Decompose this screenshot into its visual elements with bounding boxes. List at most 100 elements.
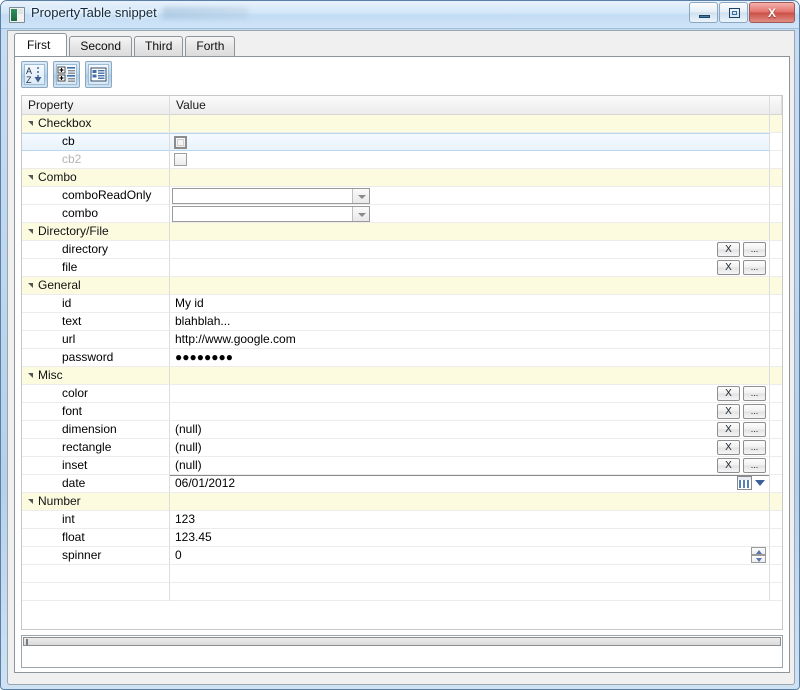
checkbox-input[interactable] bbox=[174, 153, 187, 166]
cell-value[interactable] bbox=[170, 223, 770, 241]
cell-value[interactable] bbox=[170, 367, 770, 385]
table-row[interactable]: int 123 bbox=[22, 511, 782, 529]
tab-second[interactable]: Second bbox=[69, 36, 133, 56]
column-header-value[interactable]: Value bbox=[170, 96, 770, 114]
expand-triangle-icon[interactable] bbox=[28, 499, 33, 504]
expand-triangle-icon[interactable] bbox=[28, 229, 33, 234]
table-category-row[interactable]: General bbox=[22, 277, 782, 295]
stepper-down-button[interactable] bbox=[751, 555, 766, 563]
sort-alphabetical-button[interactable]: A Z bbox=[21, 61, 48, 88]
table-row[interactable]: text blahblah... bbox=[22, 313, 782, 331]
title-bar[interactable]: PropertyTable snippet X bbox=[1, 1, 799, 29]
minimize-button[interactable] bbox=[689, 2, 718, 23]
clear-value-button[interactable]: X bbox=[717, 404, 740, 419]
column-header-extra[interactable] bbox=[770, 96, 782, 114]
cell-value[interactable]: (null) X... bbox=[170, 457, 770, 475]
table-row[interactable]: float 123.45 bbox=[22, 529, 782, 547]
table-category-row[interactable]: Combo bbox=[22, 169, 782, 187]
browse-button[interactable]: ... bbox=[743, 404, 766, 419]
cell-value[interactable]: blahblah... bbox=[170, 313, 770, 331]
table-row[interactable]: color X... bbox=[22, 385, 782, 403]
cell-value[interactable] bbox=[170, 187, 770, 205]
table-row[interactable]: password ●●●●●●●● bbox=[22, 349, 782, 367]
cell-value[interactable]: 123.45 bbox=[170, 529, 770, 547]
cell-value[interactable] bbox=[170, 169, 770, 187]
expand-triangle-icon[interactable] bbox=[28, 175, 33, 180]
clear-value-button[interactable]: X bbox=[717, 386, 740, 401]
table-row[interactable]: font X... bbox=[22, 403, 782, 421]
quantity-stepper[interactable] bbox=[751, 547, 766, 564]
clear-value-button[interactable]: X bbox=[717, 242, 740, 257]
maximize-button[interactable] bbox=[719, 2, 748, 23]
table-row[interactable]: combo bbox=[22, 205, 782, 223]
browse-button[interactable]: ... bbox=[743, 422, 766, 437]
table-row[interactable]: url http://www.google.com bbox=[22, 331, 782, 349]
table-row[interactable]: directory X... bbox=[22, 241, 782, 259]
chevron-down-icon[interactable] bbox=[755, 480, 765, 486]
table-category-row[interactable]: Number bbox=[22, 493, 782, 511]
stepper-up-button[interactable] bbox=[751, 547, 766, 555]
expand-triangle-icon[interactable] bbox=[28, 373, 33, 378]
clear-value-button[interactable]: X bbox=[717, 422, 740, 437]
table-row[interactable]: spinner 0 bbox=[22, 547, 782, 565]
cell-value[interactable]: http://www.google.com bbox=[170, 331, 770, 349]
table-row[interactable]: inset (null) X... bbox=[22, 457, 782, 475]
cell-value[interactable] bbox=[170, 205, 770, 223]
tab-third[interactable]: Third bbox=[134, 36, 184, 56]
cell-value[interactable]: 06/01/2012 bbox=[170, 475, 770, 493]
clear-value-button[interactable]: X bbox=[717, 440, 740, 455]
table-category-row[interactable]: Checkbox bbox=[22, 115, 782, 133]
clear-value-button[interactable]: X bbox=[717, 260, 740, 275]
checkbox-input[interactable] bbox=[174, 136, 187, 149]
cell-value[interactable] bbox=[170, 115, 770, 133]
close-button[interactable]: X bbox=[749, 2, 795, 23]
table-category-row[interactable]: Misc bbox=[22, 367, 782, 385]
table-row[interactable]: date 06/01/2012 bbox=[22, 475, 782, 493]
cell-value[interactable] bbox=[170, 493, 770, 511]
combo-box[interactable] bbox=[172, 206, 370, 222]
cell-value[interactable]: My id bbox=[170, 295, 770, 313]
cell-value[interactable] bbox=[170, 133, 770, 151]
tab-first[interactable]: First bbox=[14, 33, 68, 56]
date-picker-control[interactable] bbox=[737, 476, 765, 490]
browse-button[interactable]: ... bbox=[743, 458, 766, 473]
column-header-property[interactable]: Property bbox=[22, 96, 170, 114]
expand-triangle-icon[interactable] bbox=[28, 121, 33, 126]
browse-button[interactable]: ... bbox=[743, 440, 766, 455]
cell-value[interactable]: X... bbox=[170, 259, 770, 277]
cell-value[interactable]: X... bbox=[170, 385, 770, 403]
table-row[interactable]: id My id bbox=[22, 295, 782, 313]
browse-button[interactable]: ... bbox=[743, 260, 766, 275]
cell-value[interactable]: (null) X... bbox=[170, 421, 770, 439]
cell-value[interactable]: ●●●●●●●● bbox=[170, 349, 770, 367]
browse-button[interactable]: ... bbox=[743, 242, 766, 257]
cell-value[interactable]: X... bbox=[170, 403, 770, 421]
cell-value[interactable] bbox=[170, 277, 770, 295]
browse-button[interactable]: ... bbox=[743, 386, 766, 401]
property-name-label: file bbox=[62, 260, 78, 274]
cell-value[interactable] bbox=[170, 151, 770, 169]
combo-box[interactable] bbox=[172, 188, 370, 204]
description-panel-header[interactable] bbox=[23, 637, 781, 646]
cell-value[interactable]: (null) X... bbox=[170, 439, 770, 457]
calendar-icon[interactable] bbox=[737, 476, 752, 490]
table-row[interactable]: cb2 bbox=[22, 151, 782, 169]
chevron-down-icon[interactable] bbox=[352, 189, 369, 203]
table-row[interactable]: rectangle (null) X... bbox=[22, 439, 782, 457]
expand-collapse-button[interactable] bbox=[53, 61, 80, 88]
flat-list-view-button[interactable] bbox=[85, 61, 112, 88]
chevron-down-icon[interactable] bbox=[352, 207, 369, 221]
clear-value-button[interactable]: X bbox=[717, 458, 740, 473]
expand-triangle-icon[interactable] bbox=[28, 283, 33, 288]
table-row[interactable]: comboReadOnly bbox=[22, 187, 782, 205]
table-category-row[interactable]: Directory/File bbox=[22, 223, 782, 241]
tab-forth[interactable]: Forth bbox=[185, 36, 236, 56]
cell-value[interactable]: 0 bbox=[170, 547, 770, 565]
property-table[interactable]: Property Value Checkbox cb cb2 Combo comboRe… bbox=[21, 95, 783, 630]
table-row[interactable]: file X... bbox=[22, 259, 782, 277]
date-field[interactable] bbox=[170, 475, 769, 492]
cell-value[interactable]: X... bbox=[170, 241, 770, 259]
cell-value[interactable]: 123 bbox=[170, 511, 770, 529]
table-row[interactable]: cb bbox=[22, 133, 782, 151]
table-row[interactable]: dimension (null) X... bbox=[22, 421, 782, 439]
